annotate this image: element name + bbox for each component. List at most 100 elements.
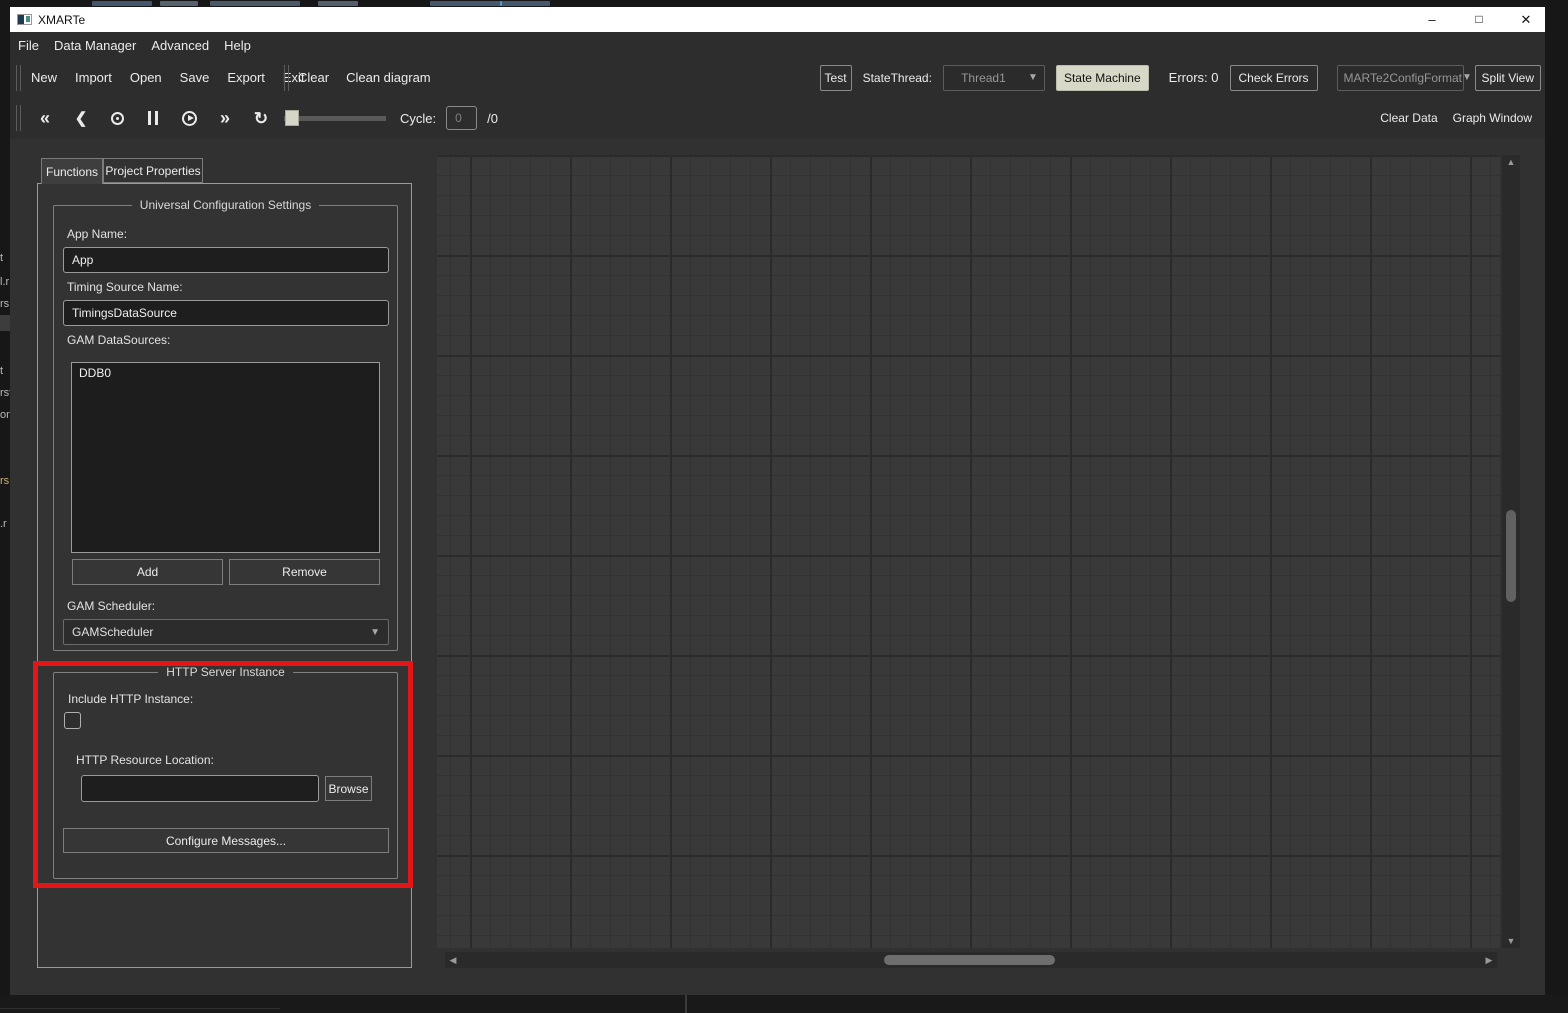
menubar: File Data Manager Advanced Help bbox=[10, 32, 1545, 58]
background-text-fragment: rs bbox=[0, 475, 10, 487]
state-thread-label: StateThread: bbox=[863, 71, 932, 85]
annotation-highlight-rectangle bbox=[33, 661, 413, 888]
desktop-background: t l.r rs t rst on rs .r XMARTe – □ ✕ Fil… bbox=[0, 0, 1568, 1013]
background-window-fragment bbox=[0, 315, 10, 331]
repeat-button[interactable]: ↻ bbox=[248, 105, 274, 131]
cycle-label: Cycle: bbox=[400, 111, 436, 126]
background-text-fragment: l.r bbox=[0, 276, 10, 288]
app-name-input[interactable] bbox=[63, 247, 389, 273]
scroll-up-icon[interactable]: ▲ bbox=[1502, 155, 1520, 169]
tab-functions[interactable]: Functions bbox=[41, 158, 103, 184]
check-errors-button[interactable]: Check Errors bbox=[1230, 65, 1318, 91]
menu-help[interactable]: Help bbox=[224, 38, 251, 53]
menu-data-manager[interactable]: Data Manager bbox=[54, 38, 136, 53]
background-window-fragment bbox=[210, 1, 300, 6]
background-window-fragment bbox=[430, 1, 550, 6]
menu-advanced[interactable]: Advanced bbox=[151, 38, 209, 53]
list-item[interactable]: DDB0 bbox=[72, 363, 379, 383]
group-title: Universal Configuration Settings bbox=[132, 198, 319, 212]
app-icon bbox=[17, 14, 32, 25]
remove-button[interactable]: Remove bbox=[229, 559, 380, 585]
export-button[interactable]: Export bbox=[227, 70, 265, 85]
new-button[interactable]: New bbox=[31, 70, 57, 85]
play-button[interactable] bbox=[176, 105, 202, 131]
repeat-icon: ↻ bbox=[254, 110, 268, 127]
config-format-select[interactable]: MARTe2ConfigFormat ▼ bbox=[1337, 65, 1464, 91]
skip-back-button[interactable]: « bbox=[32, 105, 58, 131]
diagram-canvas[interactable] bbox=[437, 155, 1500, 948]
scroll-left-icon[interactable]: ◀ bbox=[447, 952, 459, 968]
play-icon bbox=[182, 111, 197, 126]
minimize-icon[interactable]: – bbox=[1417, 7, 1447, 32]
step-back-button[interactable]: ❮ bbox=[68, 105, 94, 131]
background-text-fragment: .r bbox=[0, 518, 10, 530]
save-button[interactable]: Save bbox=[180, 70, 210, 85]
desktop-bottom-strip bbox=[0, 995, 1568, 1013]
vertical-scrollbar-thumb[interactable] bbox=[1506, 510, 1516, 602]
open-button[interactable]: Open bbox=[130, 70, 162, 85]
skip-back-icon: « bbox=[40, 109, 50, 127]
gam-datasources-list[interactable]: DDB0 bbox=[71, 362, 380, 553]
maximize-icon[interactable]: □ bbox=[1464, 7, 1494, 32]
horizontal-scrollbar-thumb[interactable] bbox=[884, 955, 1055, 965]
timing-source-label: Timing Source Name: bbox=[67, 280, 183, 294]
background-window-fragment bbox=[685, 995, 687, 1013]
main-toolbar: New Import Open Save Export Exit Clear C… bbox=[10, 58, 1545, 97]
toolbar-grip[interactable] bbox=[284, 65, 289, 91]
state-machine-button[interactable]: State Machine bbox=[1056, 65, 1149, 91]
scroll-right-icon[interactable]: ▶ bbox=[1483, 952, 1495, 968]
record-icon bbox=[111, 112, 124, 125]
background-text-fragment: on bbox=[0, 409, 10, 421]
add-button[interactable]: Add bbox=[72, 559, 223, 585]
slider-handle[interactable] bbox=[285, 110, 299, 126]
step-back-icon: ❮ bbox=[75, 111, 88, 126]
tab-project-properties[interactable]: Project Properties bbox=[103, 158, 203, 183]
timing-source-input[interactable] bbox=[63, 300, 389, 326]
close-icon[interactable]: ✕ bbox=[1511, 7, 1541, 32]
import-button[interactable]: Import bbox=[75, 70, 112, 85]
record-button[interactable] bbox=[104, 105, 130, 131]
clean-diagram-button[interactable]: Clean diagram bbox=[346, 70, 431, 85]
chevron-down-icon: ▼ bbox=[1028, 72, 1038, 83]
gam-scheduler-select[interactable]: GAMScheduler ▼ bbox=[63, 619, 389, 645]
cycle-input[interactable] bbox=[446, 106, 477, 130]
split-view-button[interactable]: Split View bbox=[1475, 65, 1541, 91]
test-button[interactable]: Test bbox=[820, 65, 852, 91]
gam-scheduler-label: GAM Scheduler: bbox=[67, 599, 155, 613]
horizontal-scrollbar[interactable]: ◀ ▶ bbox=[445, 952, 1497, 968]
window-title: XMARTe bbox=[38, 13, 85, 27]
pause-icon bbox=[148, 111, 158, 125]
chevron-down-icon: ▼ bbox=[370, 627, 380, 638]
toolbar-grip[interactable] bbox=[16, 65, 21, 91]
background-window-fragment bbox=[0, 1008, 280, 1009]
background-text-fragment: rst bbox=[0, 387, 10, 399]
clear-button[interactable]: Clear bbox=[298, 70, 329, 85]
skip-forward-button[interactable]: » bbox=[212, 105, 238, 131]
chevron-down-icon: ▼ bbox=[1462, 72, 1472, 83]
pause-button[interactable] bbox=[140, 105, 166, 131]
app-name-label: App Name: bbox=[67, 227, 127, 241]
cycle-slider[interactable] bbox=[284, 110, 386, 126]
background-window-fragment bbox=[318, 1, 358, 6]
gam-datasources-label: GAM DataSources: bbox=[67, 333, 170, 347]
background-text-fragment: rs bbox=[0, 298, 10, 310]
cycle-total-label: /0 bbox=[487, 111, 498, 126]
toolbar-grip[interactable] bbox=[16, 105, 21, 131]
background-window-fragment bbox=[500, 1, 502, 6]
menu-file[interactable]: File bbox=[18, 38, 39, 53]
state-thread-select[interactable]: Thread1 ▼ bbox=[943, 65, 1045, 91]
background-text-fragment: t bbox=[0, 365, 10, 377]
skip-forward-icon: » bbox=[220, 109, 230, 127]
background-text-fragment: t bbox=[0, 252, 10, 264]
background-window-fragment bbox=[92, 1, 152, 6]
slider-track[interactable] bbox=[284, 116, 386, 121]
xmarte-window: XMARTe – □ ✕ File Data Manager Advanced … bbox=[10, 7, 1545, 995]
transport-toolbar: « ❮ » ↻ Cycle: /0 Clear Data Graph Windo… bbox=[10, 97, 1545, 139]
vertical-scrollbar[interactable]: ▲ ▼ bbox=[1502, 155, 1520, 948]
errors-count-label: Errors: 0 bbox=[1169, 70, 1219, 85]
scroll-down-icon[interactable]: ▼ bbox=[1502, 934, 1520, 948]
clear-data-button[interactable]: Clear Data bbox=[1380, 111, 1437, 125]
graph-window-button[interactable]: Graph Window bbox=[1453, 111, 1532, 125]
background-window-fragment bbox=[160, 1, 198, 6]
titlebar[interactable]: XMARTe – □ ✕ bbox=[10, 7, 1545, 32]
